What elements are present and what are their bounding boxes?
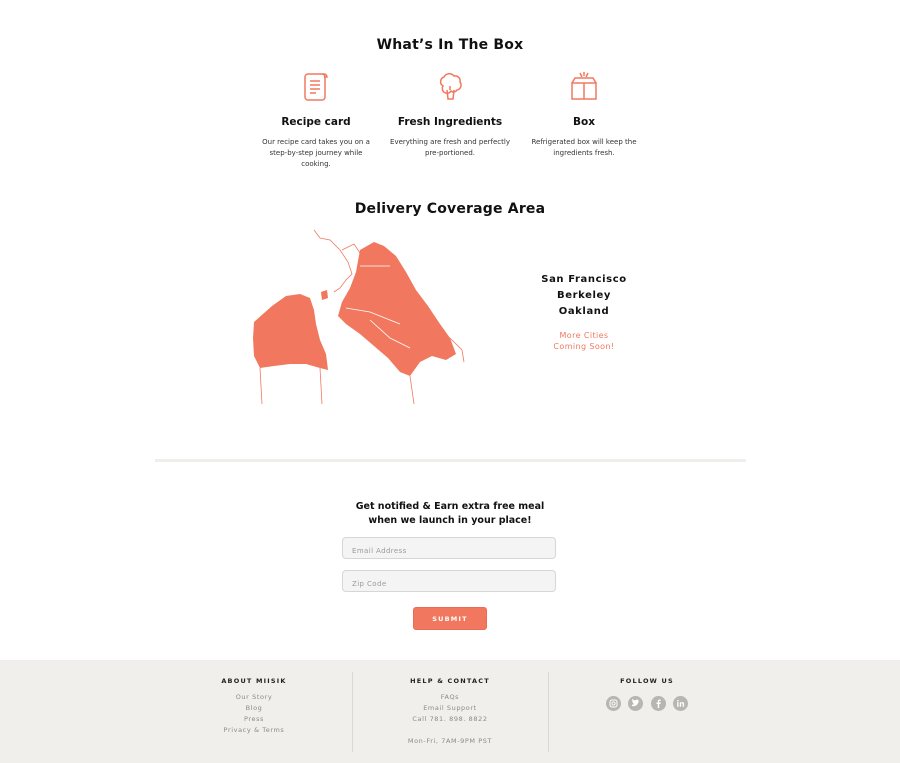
signup-message: Get notified & Earn extra free meal when… bbox=[300, 500, 600, 528]
footer-hours: Mon-Fri, 7AM-9PM PST bbox=[407, 737, 493, 745]
city-name: San Francisco bbox=[541, 274, 627, 285]
footer-link-privacy[interactable]: Privacy & Terms bbox=[164, 725, 344, 736]
footer-link-email-support[interactable]: Email Support bbox=[360, 703, 540, 714]
city-list: San Francisco Berkeley Oakland More Citi… bbox=[534, 272, 634, 352]
broccoli-icon bbox=[439, 73, 462, 100]
footer-heading: FOLLOW US bbox=[620, 677, 674, 685]
section-divider bbox=[155, 459, 746, 462]
email-field[interactable] bbox=[342, 537, 556, 561]
footer-help: HELP & CONTACT FAQs Email Support Call 7… bbox=[360, 677, 540, 747]
footer-heading: ABOUT MIISIK bbox=[221, 677, 287, 685]
footer-follow: FOLLOW US bbox=[557, 677, 737, 712]
signup-line: when we launch in your place! bbox=[368, 515, 532, 526]
signup-line: Get notified & Earn extra free meal bbox=[355, 501, 545, 512]
footer-link-our-story[interactable]: Our Story bbox=[164, 692, 344, 703]
city-name: Berkeley bbox=[556, 290, 612, 301]
coverage-map bbox=[253, 229, 465, 405]
more-cities-line: More Cities bbox=[559, 331, 609, 340]
more-cities-note: More Cities Coming Soon! bbox=[534, 330, 634, 352]
submit-button[interactable]: SUBMIT bbox=[413, 607, 487, 630]
box-icon bbox=[571, 72, 597, 100]
footer-link-blog[interactable]: Blog bbox=[164, 703, 344, 714]
footer-separator bbox=[548, 672, 549, 752]
footer-about: ABOUT MIISIK Our Story Blog Press Privac… bbox=[164, 677, 344, 736]
facebook-icon[interactable] bbox=[650, 696, 666, 711]
coverage-section-title: Delivery Coverage Area bbox=[354, 201, 546, 217]
city-name: Oakland bbox=[558, 306, 610, 317]
footer-heading: HELP & CONTACT bbox=[410, 677, 490, 685]
footer-link-press[interactable]: Press bbox=[164, 714, 344, 725]
box-section-title: What’s In The Box bbox=[376, 37, 524, 53]
feature-title: Box bbox=[573, 116, 595, 128]
more-cities-line: Coming Soon! bbox=[553, 342, 615, 351]
footer-separator bbox=[352, 672, 353, 752]
footer-link-faqs[interactable]: FAQs bbox=[360, 692, 540, 703]
twitter-icon[interactable] bbox=[628, 696, 644, 711]
footer-link-phone[interactable]: Call 781. 898. 8822 bbox=[360, 714, 540, 725]
instagram-icon[interactable] bbox=[606, 696, 622, 711]
zip-field[interactable] bbox=[342, 570, 556, 594]
feature-box: Box Refrigerated box will keep the ingre… bbox=[504, 70, 664, 159]
email-input[interactable] bbox=[343, 541, 555, 561]
linkedin-icon[interactable] bbox=[672, 696, 688, 711]
feature-description: Refrigerated box will keep the ingredien… bbox=[531, 138, 637, 157]
recipe-card-icon bbox=[304, 73, 328, 101]
zip-input[interactable] bbox=[343, 574, 555, 594]
footer: ABOUT MIISIK Our Story Blog Press Privac… bbox=[0, 660, 900, 763]
